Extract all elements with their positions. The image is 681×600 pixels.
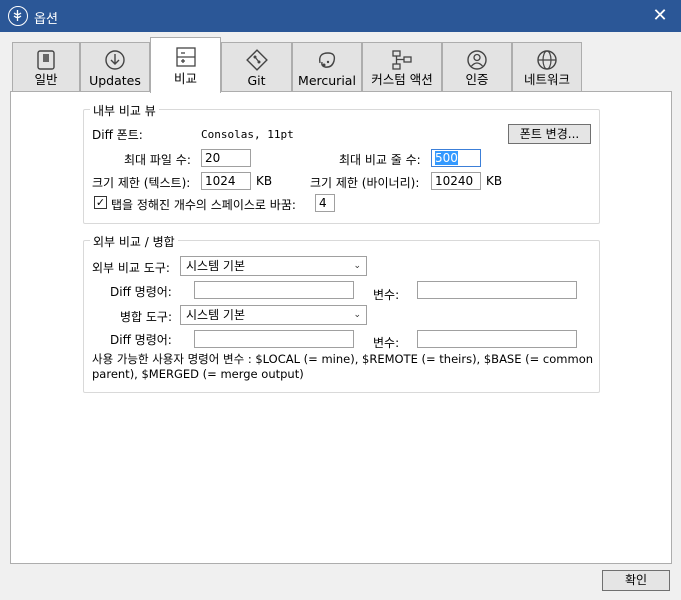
globe-icon [536,49,558,71]
title-bar: 옵션 ✕ [0,0,681,32]
tabs-to-spaces-label: 탭을 정해진 개수의 스페이스로 바꿈: [111,198,296,212]
diff-icon [175,46,197,68]
max-lines-label: 최대 비교 줄 수: [339,153,421,167]
git-icon [245,49,268,71]
tab-general[interactable]: 일반 [12,42,80,92]
tab-spaces-input[interactable]: 4 [315,194,335,212]
max-lines-input[interactable]: 500 [431,149,481,167]
flow-icon [391,49,413,71]
tab-updates[interactable]: Updates [80,42,150,92]
tab-label: 인증 [465,72,489,87]
tab-mercurial[interactable]: Mercurial [292,42,362,92]
tab-network[interactable]: 네트워크 [512,42,582,92]
diff-command-input[interactable] [194,281,354,299]
size-limit-text-input[interactable]: 1024 [201,172,251,190]
tab-label: 네트워크 [523,72,570,87]
merge-command-label: Diff 명령어: [110,333,172,347]
merge-tool-label: 병합 도구: [120,310,173,324]
merge-command-input[interactable] [194,330,354,348]
tab-label: 비교 [173,71,197,86]
tab-auth[interactable]: 인증 [442,42,512,92]
close-icon[interactable]: ✕ [649,5,671,27]
internal-diff-group: 내부 비교 뷰 Diff 폰트: Consolas, 11pt 폰트 변경...… [83,102,600,224]
external-diff-tool-value: 시스템 기본 [186,259,246,273]
tab-diff[interactable]: 비교 [150,37,221,93]
size-limit-text-unit: KB [256,174,273,188]
user-icon [466,49,488,71]
diff-args-input[interactable] [417,281,577,299]
max-lines-value: 500 [435,151,458,165]
external-diff-tool-select[interactable]: 시스템 기본 ⌄ [180,256,367,276]
group-title: 외부 비교 / 병합 [90,233,178,250]
window-title: 옵션 [34,12,58,27]
variables-help-line: 사용 가능한 사용자 명령어 변수 : $LOCAL (= mine), $RE… [92,352,594,366]
tab-custom-actions[interactable]: 커스텀 액션 [362,42,442,92]
tab-label: 일반 [34,72,58,87]
size-limit-binary-unit: KB [486,174,503,188]
size-limit-text-label: 크기 제한 (텍스트): [92,176,191,190]
merge-args-input[interactable] [417,330,577,348]
merge-tool-value: 시스템 기본 [186,308,246,322]
diff-args-label: 변수: [373,288,400,302]
tab-bar: 일반 Updates 비교 Git Mercurial 커스텀 액션 인증 네트… [12,37,672,93]
tab-label: Git [247,73,266,88]
max-files-input[interactable]: 20 [201,149,251,167]
group-title: 내부 비교 뷰 [90,102,159,119]
tabs-to-spaces-checkbox[interactable]: ✓ [94,196,107,209]
tab-label: Updates [89,73,141,88]
ok-button[interactable]: 확인 [602,570,670,591]
mercurial-icon [316,49,338,71]
merge-args-label: 변수: [373,336,400,350]
merge-tool-select[interactable]: 시스템 기본 ⌄ [180,305,367,325]
external-diff-group: 외부 비교 / 병합 외부 비교 도구: 시스템 기본 ⌄ Diff 명령어: … [83,233,600,393]
external-diff-tool-label: 외부 비교 도구: [92,261,170,275]
max-files-label: 최대 파일 수: [124,153,191,167]
diff-settings-panel: 내부 비교 뷰 Diff 폰트: Consolas, 11pt 폰트 변경...… [10,91,672,564]
chevron-down-icon: ⌄ [353,310,361,320]
diff-command-label: Diff 명령어: [110,285,172,299]
size-limit-binary-input[interactable]: 10240 [431,172,481,190]
download-icon [104,49,126,71]
chevron-down-icon: ⌄ [353,261,361,271]
tab-git[interactable]: Git [221,42,292,92]
change-font-button[interactable]: 폰트 변경... [508,124,591,144]
diff-font-label: Diff 폰트: [92,128,143,142]
switch-icon [35,49,57,71]
tab-label: 커스텀 액션 [371,72,433,87]
diff-font-value: Consolas, 11pt [201,128,294,141]
size-limit-binary-label: 크기 제한 (바이너리): [310,176,420,190]
app-logo-icon [8,6,28,26]
variables-help-text: 사용 가능한 사용자 명령어 변수 : $LOCAL (= mine), $RE… [92,352,593,382]
tab-label: Mercurial [298,73,356,88]
variables-help-line: parent), $MERGED (= merge output) [92,367,304,381]
